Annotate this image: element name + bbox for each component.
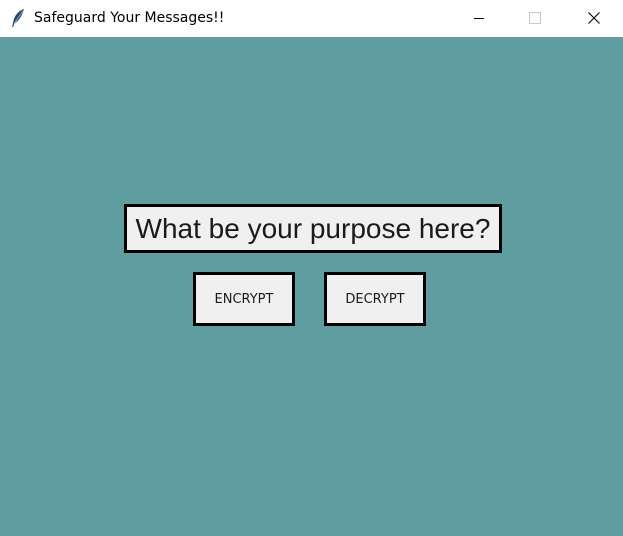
maximize-icon <box>529 9 541 28</box>
window-title: Safeguard Your Messages!! <box>34 10 225 26</box>
main-panel: What be your purpose here? ENCRYPT DECRY… <box>0 37 623 536</box>
minimize-icon <box>473 9 485 28</box>
title-bar[interactable]: Safeguard Your Messages!! <box>0 0 623 37</box>
app-window: Safeguard Your Messages!! What be your p… <box>0 0 623 536</box>
close-button[interactable] <box>571 0 617 37</box>
minimize-button[interactable] <box>456 0 502 37</box>
maximize-button[interactable] <box>512 0 558 37</box>
purpose-prompt: What be your purpose here? <box>124 204 502 253</box>
decrypt-button[interactable]: DECRYPT <box>324 272 426 326</box>
encrypt-button[interactable]: ENCRYPT <box>193 272 295 326</box>
feather-icon <box>10 8 26 28</box>
close-icon <box>588 9 600 28</box>
